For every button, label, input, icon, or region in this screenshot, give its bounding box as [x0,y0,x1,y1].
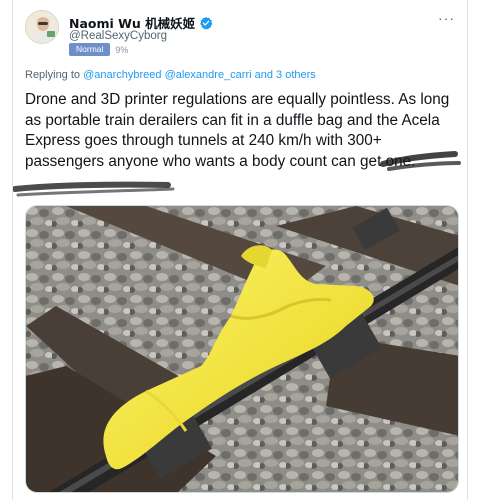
reply-mentions[interactable]: @anarchybreed @alexandre_carri [83,69,251,81]
author-handle[interactable]: @RealSexyCyborg [69,30,167,42]
tweet-text: Drone and 3D printer regulations are equ… [25,91,450,170]
replying-to-prefix: Replying to [25,69,84,81]
more-options-icon[interactable]: ··· [438,10,455,26]
replying-to: Replying to @anarchybreed @alexandre_car… [25,69,316,81]
tweet-card: Naomi Wu 机械妖姬 @RealSexyCyborg Normal 9% … [12,0,468,500]
toxicity-badge-row: Normal 9% [69,43,128,56]
verified-badge-icon [199,16,213,30]
status-badge: Normal [69,43,111,56]
avatar[interactable] [25,10,59,44]
reply-others[interactable]: and 3 others [252,69,316,81]
status-badge-percent: 9% [115,44,129,55]
tweet-media-image[interactable] [25,205,459,493]
